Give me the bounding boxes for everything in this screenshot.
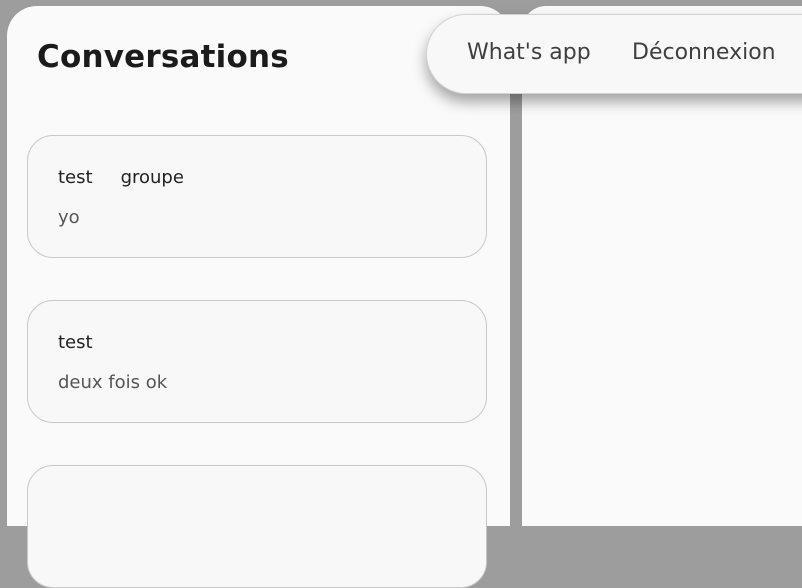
conversation-card[interactable]: test deux fois ok <box>27 300 487 423</box>
conversation-group-tag: groupe <box>120 167 184 188</box>
conversation-card[interactable]: test groupe yo <box>27 135 487 258</box>
top-navigation: What's app Déconnexion <box>426 14 802 94</box>
conversation-header: test <box>58 332 93 353</box>
conversation-header: test groupe <box>58 167 184 188</box>
conversation-last-message: deux fois ok <box>58 372 168 393</box>
page-title: Conversations <box>37 39 289 75</box>
conversation-name: test <box>58 167 93 188</box>
logout-link[interactable]: Déconnexion <box>632 40 776 65</box>
home-link[interactable]: What's app <box>467 40 591 65</box>
conversation-last-message: yo <box>58 207 80 228</box>
conversation-card[interactable] <box>27 465 487 588</box>
conversation-name: test <box>58 332 93 353</box>
conversations-panel: Conversations test groupe yo test deux fo… <box>7 6 510 588</box>
